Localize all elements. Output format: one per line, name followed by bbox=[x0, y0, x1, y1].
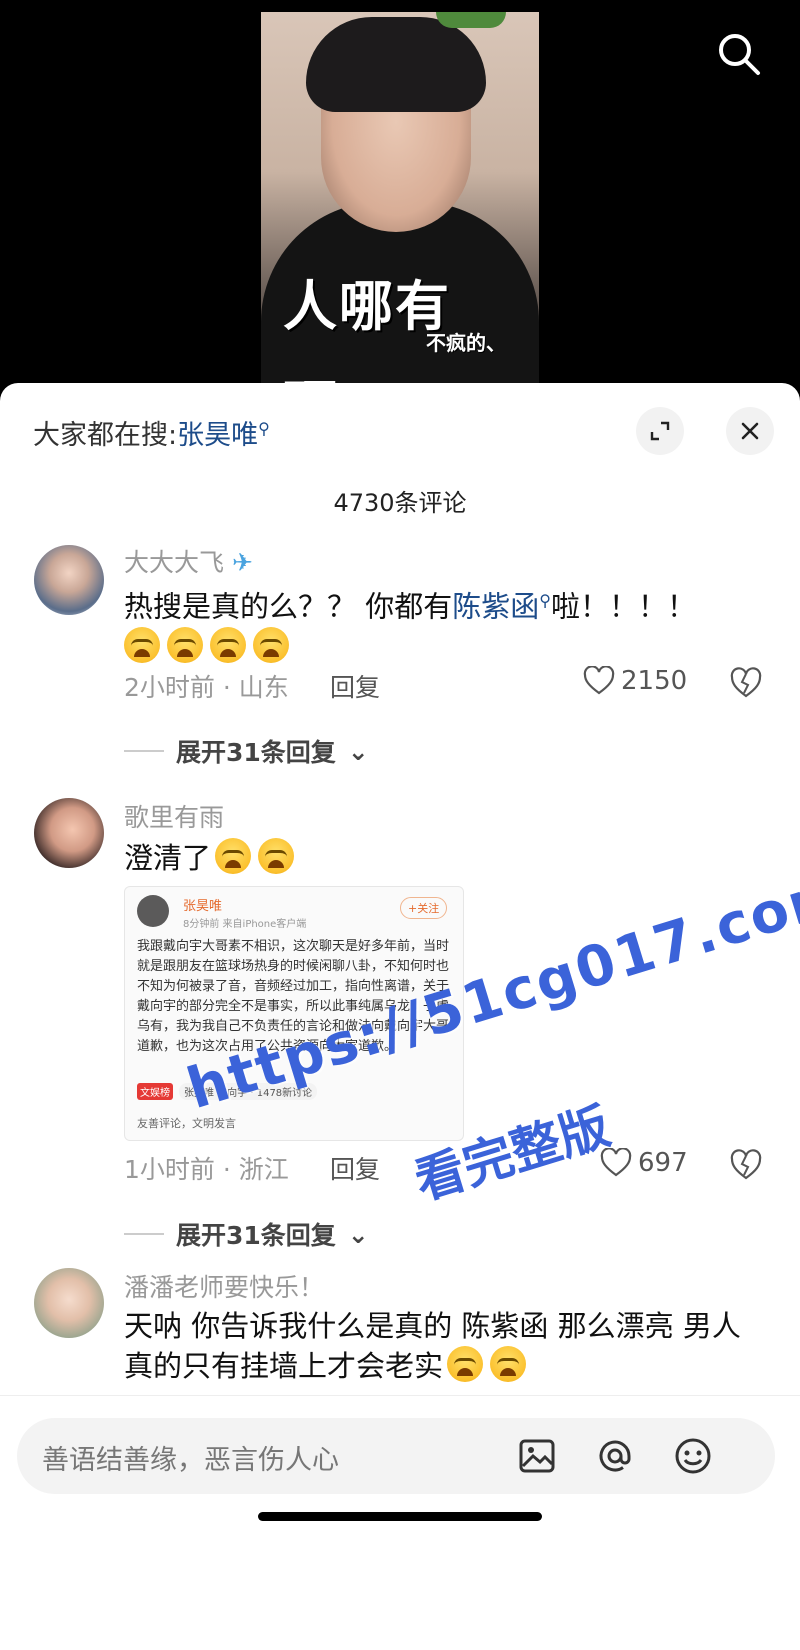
comment-text: 天呐 你告诉我什么是真的 陈紫函 那么漂亮 男人真的只有挂墙上才会老实 bbox=[124, 1309, 741, 1383]
embedded-follow: +关注 bbox=[400, 897, 448, 919]
sweat-smile-emoji-icon bbox=[490, 1346, 527, 1382]
plant-leaf bbox=[436, 12, 506, 28]
comment-username[interactable]: 潘潘老师要快乐！ bbox=[124, 1268, 324, 1304]
comment-count: 4730条评论 bbox=[333, 489, 467, 517]
emoji-icon[interactable] bbox=[669, 1432, 717, 1480]
crying-emoji-icon bbox=[210, 626, 246, 663]
reply-button[interactable]: 回复 bbox=[330, 1150, 380, 1186]
comment-input-bar: 善语结善缘，恶言伤人心 bbox=[0, 1395, 800, 1650]
like-button[interactable]: 2150 bbox=[583, 666, 687, 696]
avatar[interactable] bbox=[34, 1268, 104, 1338]
crying-emoji-icon bbox=[447, 1346, 484, 1382]
home-indicator[interactable] bbox=[258, 1512, 542, 1521]
video-frame: 人哪有 不疯的、 硬 bbox=[261, 12, 539, 412]
broken-heart-icon bbox=[730, 1149, 762, 1180]
comment-keyword-link[interactable]: 陈紫函 bbox=[452, 590, 539, 624]
embedded-tag: 文娱榜 bbox=[137, 1083, 173, 1100]
comment-username[interactable]: 歌里有雨 bbox=[124, 798, 224, 834]
hot-search-banner[interactable]: 大家都在搜:张昊唯⚲ bbox=[33, 413, 270, 452]
like-count: 2150 bbox=[621, 666, 688, 696]
image-icon[interactable] bbox=[513, 1432, 561, 1480]
close-button[interactable] bbox=[726, 407, 774, 455]
crying-emoji-icon bbox=[253, 626, 289, 663]
embedded-avatar bbox=[137, 895, 169, 927]
hot-search-prefix: 大家都在搜: bbox=[33, 420, 178, 451]
at-icon[interactable] bbox=[591, 1432, 639, 1480]
chevron-down-icon: ⌄ bbox=[347, 736, 369, 766]
embedded-comment-hint: 友善评论，文明发言 bbox=[137, 1117, 236, 1130]
avatar[interactable] bbox=[34, 798, 104, 868]
search-icon[interactable] bbox=[715, 30, 765, 80]
keyword-search-icon: ⚲ bbox=[258, 419, 270, 438]
crying-emoji-icon bbox=[258, 838, 295, 874]
avatar[interactable] bbox=[34, 545, 104, 615]
expand-icon bbox=[650, 421, 670, 441]
divider-line bbox=[124, 750, 164, 752]
crying-emoji-icon bbox=[215, 838, 252, 874]
comment-input[interactable]: 善语结善缘，恶言伤人心 bbox=[17, 1418, 775, 1494]
crying-emoji-icon bbox=[167, 626, 203, 663]
reply-button[interactable]: 回复 bbox=[330, 668, 380, 704]
close-icon bbox=[741, 422, 759, 440]
broken-heart-icon bbox=[730, 667, 762, 698]
expand-button[interactable] bbox=[636, 407, 684, 455]
embedded-name: 张昊唯 bbox=[183, 899, 223, 914]
heart-icon bbox=[583, 666, 615, 695]
dislike-button[interactable] bbox=[729, 667, 763, 701]
comment-username[interactable]: 大大大飞 ✈ bbox=[124, 543, 253, 579]
comment-text: 澄清了 bbox=[124, 838, 744, 878]
expand-replies-button[interactable]: 展开31条回复 ⌄ bbox=[124, 1216, 369, 1252]
video-player[interactable]: 人哪有 不疯的、 硬 bbox=[0, 0, 800, 412]
person-hair bbox=[306, 17, 486, 112]
airplane-icon: ✈ bbox=[231, 548, 253, 577]
video-caption-small: 不疯的、 bbox=[426, 331, 506, 355]
like-count: 697 bbox=[638, 1148, 688, 1178]
expand-replies-button[interactable]: 展开31条回复 ⌄ bbox=[124, 733, 369, 769]
dislike-button[interactable] bbox=[729, 1149, 763, 1183]
crying-emoji-icon bbox=[124, 626, 160, 663]
comment-meta: 1小时前 · 浙江 bbox=[124, 1155, 289, 1184]
chevron-down-icon: ⌄ bbox=[347, 1219, 369, 1249]
embedded-time: 8分钟前 来自iPhone客户端 bbox=[183, 919, 307, 930]
comment-text: 热搜是真的么？？ 你都有陈紫函⚲啦！！！！ bbox=[124, 581, 744, 667]
divider-line bbox=[124, 1233, 164, 1235]
input-placeholder: 善语结善缘，恶言伤人心 bbox=[42, 1445, 339, 1476]
hot-search-keyword[interactable]: 张昊唯 bbox=[177, 420, 258, 451]
comment-meta: 2小时前 · 山东 bbox=[124, 673, 289, 702]
